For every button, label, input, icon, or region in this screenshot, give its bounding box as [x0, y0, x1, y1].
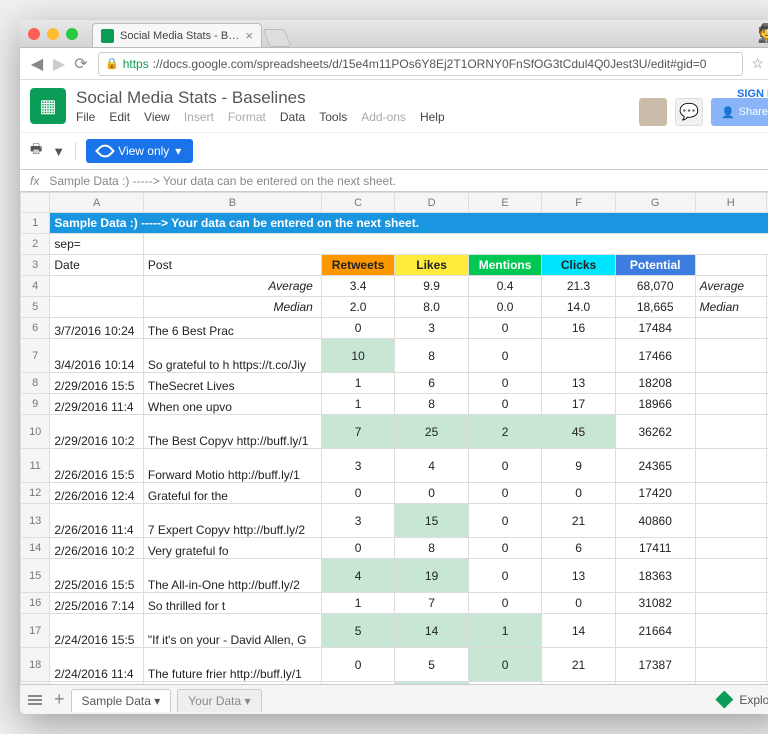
- col-header[interactable]: E: [468, 193, 541, 213]
- col-header[interactable]: B: [143, 193, 321, 213]
- row-header[interactable]: 10: [21, 415, 50, 449]
- row-header[interactable]: 8: [21, 373, 50, 394]
- person-icon: 👤: [721, 106, 735, 119]
- col-header[interactable]: H: [695, 193, 766, 213]
- browser-window: Social Media Stats - Basel × 🕵 ◀ ▶ ⟳ 🔒 h…: [20, 20, 768, 714]
- fx-icon: fx: [30, 174, 39, 188]
- sheet-tab-sample[interactable]: Sample Data ▾: [71, 689, 172, 712]
- row-header[interactable]: 6: [21, 318, 50, 339]
- minimize-icon[interactable]: [47, 28, 59, 40]
- traffic-lights: [28, 28, 78, 40]
- eye-icon: [95, 141, 115, 161]
- col-header[interactable]: C: [321, 193, 394, 213]
- row-header[interactable]: 1: [21, 213, 50, 234]
- lock-icon: 🔒: [105, 57, 119, 70]
- formula-bar: fx Sample Data :) -----> Your data can b…: [20, 170, 768, 192]
- tab-title: Social Media Stats - Basel: [120, 30, 239, 42]
- new-tab-button[interactable]: [263, 29, 292, 47]
- sheet-tab-yourdata[interactable]: Your Data ▾: [177, 689, 261, 712]
- favicon-icon: [101, 29, 114, 43]
- url-protocol: https: [123, 57, 149, 71]
- grid[interactable]: ABCDEFGHI1Sample Data :) -----> Your dat…: [20, 192, 768, 684]
- filter-icon[interactable]: ▼: [52, 144, 65, 159]
- url-rest: ://docs.google.com/spreadsheets/d/15e4m1…: [153, 57, 707, 71]
- avatar[interactable]: [639, 98, 667, 126]
- explore-icon: [715, 691, 733, 709]
- address-bar-row: ◀ ▶ ⟳ 🔒 https ://docs.google.com/spreadsh…: [20, 48, 768, 80]
- star-icon[interactable]: ☆: [751, 55, 764, 72]
- chevron-down-icon: ▾: [245, 694, 251, 708]
- row-header[interactable]: 18: [21, 648, 50, 682]
- titlebar: Social Media Stats - Basel × 🕵: [20, 20, 768, 48]
- row-header[interactable]: [21, 682, 50, 685]
- row-header[interactable]: 9: [21, 394, 50, 415]
- col-header[interactable]: G: [615, 193, 695, 213]
- row-header[interactable]: 16: [21, 593, 50, 614]
- row-header[interactable]: 17: [21, 614, 50, 648]
- address-bar[interactable]: 🔒 https ://docs.google.com/spreadsheets/d…: [98, 52, 743, 76]
- maximize-icon[interactable]: [66, 28, 78, 40]
- row-header[interactable]: 15: [21, 559, 50, 593]
- browser-tabs: Social Media Stats - Basel ×: [92, 20, 768, 47]
- forward-icon[interactable]: ▶: [50, 54, 68, 74]
- share-button[interactable]: 👤Share: [711, 98, 768, 126]
- col-header[interactable]: A: [50, 193, 144, 213]
- row-header[interactable]: 7: [21, 339, 50, 373]
- col-header[interactable]: F: [542, 193, 615, 213]
- browser-tab-active[interactable]: Social Media Stats - Basel ×: [92, 23, 262, 47]
- formula-text[interactable]: Sample Data :) -----> Your data can be e…: [49, 174, 396, 188]
- sheet-tabs: + Sample Data ▾ Your Data ▾ Explore: [20, 684, 768, 714]
- tab-close-icon[interactable]: ×: [245, 28, 253, 43]
- row-header[interactable]: 12: [21, 483, 50, 504]
- add-sheet-icon[interactable]: +: [54, 689, 65, 710]
- print-icon[interactable]: 🖶: [30, 140, 42, 162]
- row-header[interactable]: 14: [21, 538, 50, 559]
- banner-cell[interactable]: Sample Data :) -----> Your data can be e…: [50, 213, 768, 234]
- back-icon[interactable]: ◀: [28, 54, 46, 74]
- chevron-down-icon: ▾: [154, 694, 160, 708]
- chevron-down-icon: ▾: [175, 144, 181, 158]
- spreadsheet: ABCDEFGHI1Sample Data :) -----> Your dat…: [20, 192, 768, 684]
- nav-buttons: ◀ ▶ ⟳: [28, 54, 90, 74]
- all-sheets-icon[interactable]: [28, 695, 42, 705]
- close-icon[interactable]: [28, 28, 40, 40]
- view-only-button[interactable]: View only ▾: [86, 139, 193, 163]
- toolbar: 🖶 ▼ View only ▾: [20, 132, 768, 170]
- col-header[interactable]: D: [395, 193, 468, 213]
- row-header[interactable]: 13: [21, 504, 50, 538]
- explore-button[interactable]: Explore: [715, 691, 768, 709]
- row-header[interactable]: 11: [21, 449, 50, 483]
- comment-button[interactable]: 💬: [675, 98, 703, 126]
- incognito-icon: 🕵: [758, 23, 768, 44]
- reload-icon[interactable]: ⟳: [72, 54, 90, 74]
